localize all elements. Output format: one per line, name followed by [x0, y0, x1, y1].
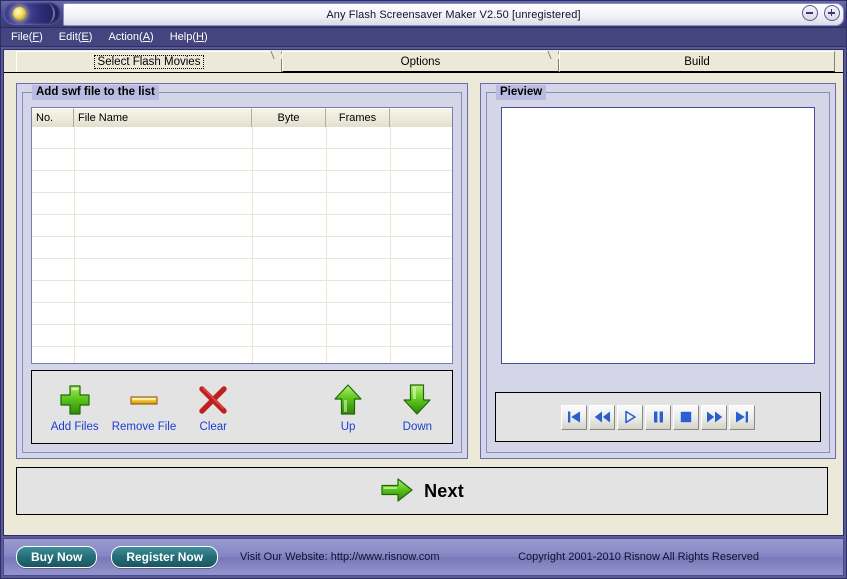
- swf-file-list[interactable]: No. File Name Byte Frames: [31, 107, 453, 364]
- tab-select-flash-movies-label: Select Flash Movies: [93, 55, 205, 69]
- play-icon: [625, 410, 636, 424]
- move-down-button[interactable]: Down: [383, 374, 452, 440]
- next-button[interactable]: Next: [16, 467, 828, 515]
- column-header-file-name[interactable]: File Name: [74, 108, 252, 127]
- tab-notch: [270, 51, 284, 59]
- title-bar: Any Flash Screensaver Maker V2.50 [unreg…: [1, 1, 846, 28]
- grid-column-line: [390, 127, 391, 363]
- tab-build-label: Build: [684, 56, 710, 68]
- menu-item-help[interactable]: Help(H): [170, 31, 208, 43]
- column-header-no[interactable]: No.: [32, 108, 74, 127]
- column-header-frames[interactable]: Frames: [326, 108, 390, 127]
- application-window: Any Flash Screensaver Maker V2.50 [unreg…: [0, 0, 847, 579]
- tab-page-select-flash-movies: Add swf file to the list No. File Name B…: [4, 72, 843, 535]
- add-files-label: Add Files: [50, 420, 99, 433]
- skip-back-icon: [568, 411, 580, 423]
- tab-options[interactable]: Options: [282, 51, 561, 72]
- green-down-arrow-icon: [397, 382, 437, 418]
- yellow-minus-icon: [124, 382, 164, 418]
- green-up-arrow-icon: [328, 382, 368, 418]
- tab-select-flash-movies[interactable]: Select Flash Movies: [16, 51, 284, 72]
- swf-list-panel: Add swf file to the list No. File Name B…: [16, 83, 468, 459]
- column-header-blank[interactable]: [390, 108, 452, 127]
- fast-forward-icon: [706, 411, 722, 423]
- column-header-byte[interactable]: Byte: [252, 108, 326, 127]
- app-logo-icon: [3, 2, 61, 25]
- stop-button[interactable]: [673, 404, 699, 430]
- register-now-button[interactable]: Register Now: [111, 546, 219, 568]
- move-down-label: Down: [402, 420, 433, 433]
- add-swf-groupbox: Add swf file to the list No. File Name B…: [22, 85, 462, 453]
- clear-label: Clear: [199, 420, 228, 433]
- skip-back-button[interactable]: [561, 404, 587, 430]
- move-up-label: Up: [340, 420, 356, 433]
- tab-build[interactable]: Build: [559, 51, 835, 72]
- fast-forward-button[interactable]: [701, 404, 727, 430]
- stop-icon: [680, 411, 692, 423]
- add-swf-groupbox-label: Add swf file to the list: [32, 85, 159, 100]
- status-bar: Buy Now Register Now Visit Our Website: …: [3, 538, 844, 576]
- remove-file-button[interactable]: Remove File: [109, 374, 178, 440]
- pause-icon: [653, 411, 663, 423]
- pause-button[interactable]: [645, 404, 671, 430]
- buy-now-button[interactable]: Buy Now: [16, 546, 98, 568]
- media-controls: [495, 392, 821, 442]
- clear-button[interactable]: Clear: [179, 374, 248, 440]
- window-controls: [802, 5, 840, 21]
- add-files-button[interactable]: Add Files: [40, 374, 109, 440]
- preview-panel: Pieview: [480, 83, 836, 459]
- logo-arc-icon: [43, 4, 55, 23]
- menu-bar: File(F) Edit(E) Action(A) Help(H): [1, 28, 846, 47]
- preview-groupbox-label: Pieview: [496, 85, 547, 100]
- skip-forward-icon: [736, 411, 748, 423]
- website-link[interactable]: Visit Our Website: http://www.risnow.com: [240, 551, 440, 563]
- logo-orb-icon: [13, 7, 26, 20]
- tab-strip: Select Flash Movies Options Build: [4, 50, 843, 72]
- rewind-icon: [594, 411, 610, 423]
- client-area: Select Flash Movies Options Build Add sw…: [3, 49, 844, 536]
- title-strip: Any Flash Screensaver Maker V2.50 [unreg…: [63, 3, 844, 26]
- copyright-text: Copyright 2001-2010 Risnow All Rights Re…: [518, 551, 759, 563]
- window-title: Any Flash Screensaver Maker V2.50 [unreg…: [326, 8, 581, 21]
- next-button-label: Next: [424, 480, 464, 501]
- preview-canvas[interactable]: [501, 107, 815, 364]
- remove-file-label: Remove File: [111, 420, 177, 433]
- list-toolbar: Add Files Remove File Clear Up Down: [31, 370, 453, 444]
- green-right-arrow-icon: [380, 476, 414, 507]
- swf-file-list-body[interactable]: [32, 127, 452, 363]
- tab-options-label: Options: [400, 56, 441, 68]
- play-button[interactable]: [617, 404, 643, 430]
- move-up-button[interactable]: Up: [313, 374, 382, 440]
- minimize-button[interactable]: [802, 5, 818, 21]
- skip-forward-button[interactable]: [729, 404, 755, 430]
- grid-column-line: [326, 127, 327, 363]
- menu-item-edit[interactable]: Edit(E): [59, 31, 93, 43]
- swf-file-list-header: No. File Name Byte Frames: [32, 108, 452, 128]
- green-plus-icon: [55, 382, 95, 418]
- grid-column-line: [74, 127, 75, 363]
- menu-item-action[interactable]: Action(A): [108, 31, 153, 43]
- maximize-button[interactable]: [824, 5, 840, 21]
- red-x-icon: [193, 382, 233, 418]
- menu-item-file[interactable]: File(F): [11, 31, 43, 43]
- grid-column-line: [252, 127, 253, 363]
- rewind-button[interactable]: [589, 404, 615, 430]
- preview-groupbox: Pieview: [486, 85, 830, 453]
